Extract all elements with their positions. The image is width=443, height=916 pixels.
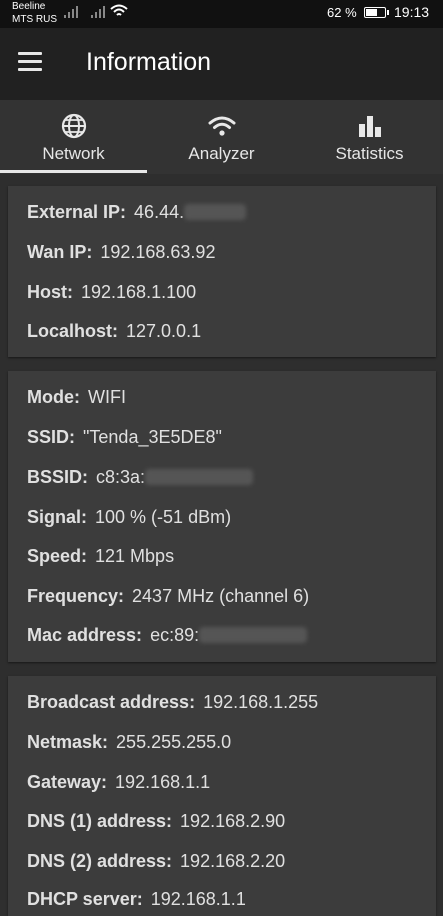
redacted-value — [184, 204, 247, 220]
info-value: ec:89: — [150, 625, 200, 645]
info-row-external-ip: External IP: 46.44. — [27, 202, 247, 228]
info-value: 255.255.255.0 — [116, 732, 232, 752]
info-label: Broadcast address: — [27, 692, 196, 712]
globe-icon — [61, 113, 86, 139]
carrier-2: MTS RUS — [12, 14, 57, 25]
page-title: Information — [86, 48, 212, 76]
info-label: Gateway: — [27, 772, 108, 792]
status-bar: Beeline MTS RUS 62 % 19:13 — [0, 0, 443, 28]
info-value: 2437 MHz (channel 6) — [132, 586, 310, 606]
info-label: External IP: — [27, 202, 127, 222]
info-row-bssid: BSSID: c8:3a: — [27, 467, 254, 493]
active-tab-indicator — [0, 170, 147, 173]
info-value: 192.168.1.1 — [150, 889, 246, 909]
tab-label: Statistics — [335, 144, 404, 163]
info-row-mac-address: Mac address: ec:89: — [27, 625, 308, 651]
ip-card: External IP: 46.44. Wan IP: 192.168.63.92 … — [8, 186, 436, 357]
info-label: Host: — [27, 282, 73, 302]
tab-label: Analyzer — [188, 144, 255, 163]
info-value: 192.168.1.1 — [115, 772, 211, 792]
info-value: 46.44. — [134, 202, 185, 222]
cell-signal-icon — [91, 6, 105, 18]
info-row-dns-2: DNS (2) address: 192.168.2.20 — [27, 851, 285, 877]
carrier-names: Beeline MTS RUS — [12, 0, 57, 26]
info-label: Speed: — [27, 546, 88, 566]
info-value: 192.168.2.20 — [180, 851, 286, 871]
info-row-netmask: Netmask: 255.255.255.0 — [27, 732, 231, 758]
info-value: 192.168.1.255 — [203, 692, 319, 712]
battery-icon — [364, 7, 389, 18]
app-bar: Information — [0, 28, 443, 100]
tab-analyzer[interactable]: Analyzer — [148, 100, 295, 174]
info-value: 192.168.1.100 — [81, 282, 197, 302]
info-label: Mac address: — [27, 625, 143, 645]
network-info-list[interactable]: External IP: 46.44. Wan IP: 192.168.63.92 … — [0, 174, 443, 916]
info-value: 192.168.63.92 — [100, 242, 216, 262]
redacted-value — [145, 469, 254, 485]
wifi-status-icon — [110, 4, 128, 16]
info-row-dns-1: DNS (1) address: 192.168.2.90 — [27, 811, 285, 837]
bar-chart-icon — [358, 116, 381, 137]
info-label: DNS (2) address: — [27, 851, 173, 871]
info-label: Mode: — [27, 387, 80, 407]
info-row-broadcast-address: Broadcast address: 192.168.1.255 — [27, 692, 318, 718]
tab-bar: Network Analyzer Statistics — [0, 100, 443, 174]
menu-icon[interactable] — [18, 52, 42, 72]
info-label: DHCP server: — [27, 889, 143, 909]
info-label: Frequency: — [27, 586, 125, 606]
info-value: WIFI — [88, 387, 126, 407]
wifi-card: Mode: WIFI SSID: "Tenda_3E5DE8" BSSID: c8:3… — [8, 371, 436, 662]
info-value: 121 Mbps — [95, 546, 175, 566]
info-row-frequency: Frequency: 2437 MHz (channel 6) — [27, 586, 309, 612]
network-card: Broadcast address: 192.168.1.255 Netmask:… — [8, 676, 436, 916]
info-row-dhcp-server: DHCP server: 192.168.1.1 — [27, 889, 246, 915]
info-value: "Tenda_3E5DE8" — [83, 427, 222, 447]
tab-statistics[interactable]: Statistics — [296, 100, 443, 174]
redacted-value — [199, 627, 308, 643]
battery-level — [366, 9, 377, 16]
info-row-localhost: Localhost: 127.0.0.1 — [27, 321, 201, 347]
info-value: 100 % (-51 dBm) — [95, 507, 232, 527]
info-label: Netmask: — [27, 732, 109, 752]
info-value: 127.0.0.1 — [126, 321, 202, 341]
wifi-icon — [208, 116, 235, 136]
info-row-host: Host: 192.168.1.100 — [27, 282, 196, 308]
info-row-ssid: SSID: "Tenda_3E5DE8" — [27, 427, 222, 453]
info-label: Signal: — [27, 507, 88, 527]
info-row-speed: Speed: 121 Mbps — [27, 546, 174, 572]
battery-percentage: 62 % — [327, 5, 357, 20]
info-row-signal: Signal: 100 % (-51 dBm) — [27, 507, 231, 533]
tab-label: Network — [42, 144, 105, 163]
info-value: c8:3a: — [96, 467, 146, 487]
info-label: Wan IP: — [27, 242, 93, 262]
tab-network[interactable]: Network — [0, 100, 147, 174]
clock: 19:13 — [394, 4, 430, 20]
info-row-wan-ip: Wan IP: 192.168.63.92 — [27, 242, 215, 268]
info-row-mode: Mode: WIFI — [27, 387, 126, 413]
info-label: SSID: — [27, 427, 76, 447]
carrier-1: Beeline — [12, 1, 46, 12]
info-label: Localhost: — [27, 321, 119, 341]
info-label: BSSID: — [27, 467, 89, 487]
info-row-gateway: Gateway: 192.168.1.1 — [27, 772, 210, 798]
cell-signal-icon — [64, 6, 78, 18]
info-label: DNS (1) address: — [27, 811, 173, 831]
info-value: 192.168.2.90 — [180, 811, 286, 831]
